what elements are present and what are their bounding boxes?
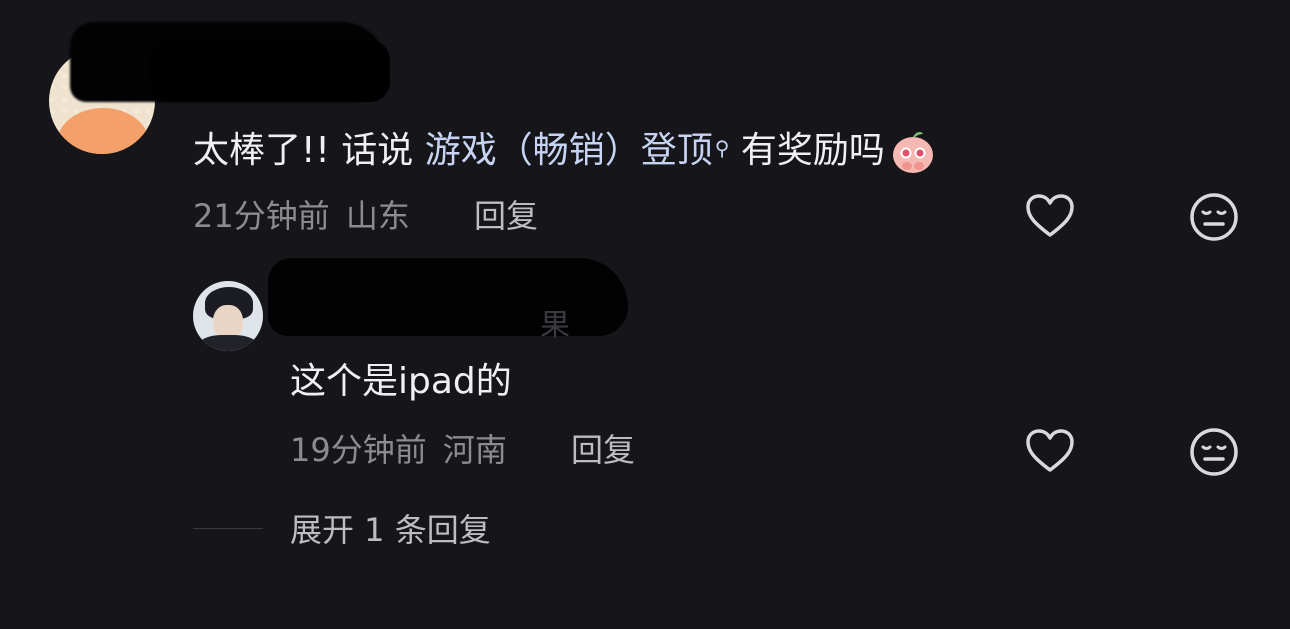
redacted-username-overlay bbox=[150, 40, 390, 102]
avatar-face bbox=[57, 108, 149, 154]
comment-text-suffix: 有奖励吗 bbox=[729, 130, 885, 171]
comment-time: 21分钟前 bbox=[193, 197, 330, 235]
comment-text: 太棒了!! 话说 游戏（畅销）登顶 ⚲ 有奖励吗 bbox=[193, 128, 937, 176]
meh-face-icon[interactable] bbox=[1188, 191, 1240, 243]
avatar-body bbox=[197, 335, 259, 351]
meh-face-icon[interactable] bbox=[1188, 426, 1240, 478]
expand-replies-button[interactable]: 展开 1 条回复 bbox=[290, 512, 491, 548]
comment-thread: 太棒了!! 话说 游戏（畅销）登顶 ⚲ 有奖励吗 21分钟前 山东 回复 果 这个… bbox=[0, 0, 1290, 629]
expand-divider bbox=[193, 528, 263, 529]
search-link[interactable]: 游戏（畅销）登顶 bbox=[425, 130, 713, 171]
heart-outline-icon[interactable] bbox=[1024, 426, 1076, 478]
pleading-peach-emoji bbox=[892, 132, 933, 173]
comment-location: 山东 bbox=[345, 197, 410, 235]
replier-avatar[interactable] bbox=[193, 281, 263, 351]
comment-reply-button[interactable]: 回复 bbox=[474, 198, 538, 234]
reply-text: 这个是ipad的 bbox=[290, 361, 512, 402]
redacted-reply-username bbox=[268, 258, 628, 336]
reply-location: 河南 bbox=[442, 431, 507, 469]
search-icon[interactable]: ⚲ bbox=[715, 128, 730, 168]
username-partial-char: 果 bbox=[540, 308, 570, 343]
avatar-face bbox=[213, 305, 243, 339]
reply-meta: 19分钟前 河南 bbox=[290, 432, 507, 468]
comment-meta: 21分钟前 山东 bbox=[193, 198, 410, 234]
heart-outline-icon[interactable] bbox=[1024, 191, 1076, 243]
reply-reply-button[interactable]: 回复 bbox=[571, 432, 635, 468]
reply-time: 19分钟前 bbox=[290, 431, 427, 469]
comment-text-prefix: 太棒了!! 话说 bbox=[193, 130, 425, 171]
